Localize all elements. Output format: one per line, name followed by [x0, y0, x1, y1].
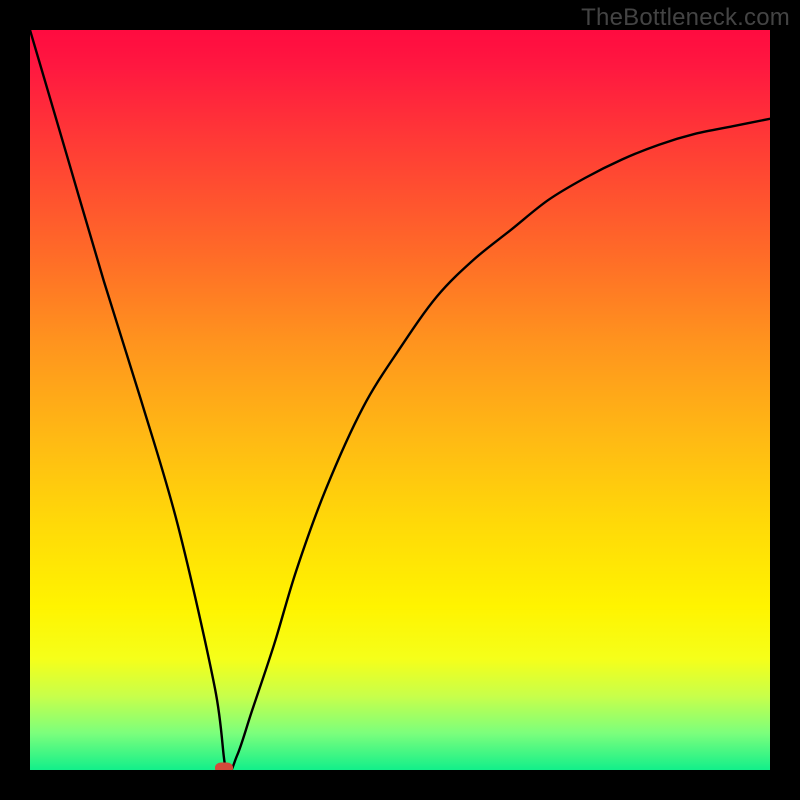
watermark-text: TheBottleneck.com — [581, 4, 790, 32]
chart-frame: TheBottleneck.com — [0, 0, 800, 800]
bottleneck-curve — [30, 30, 770, 770]
curve-path — [30, 30, 770, 770]
plot-area — [30, 30, 770, 770]
optimal-point-marker — [215, 763, 233, 771]
